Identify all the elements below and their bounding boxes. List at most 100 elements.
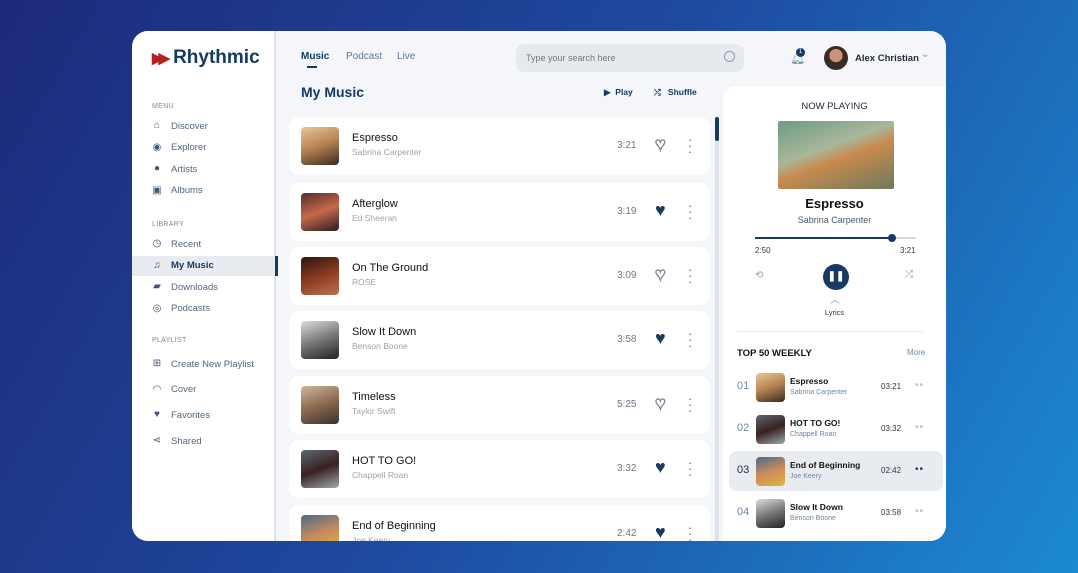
song-row[interactable]: Slow It Down Benson Boone 3:58 ♥ · · ·: [289, 311, 710, 369]
sidebar-item-shared[interactable]: ⋖ Shared: [132, 431, 276, 451]
sidebar-section-label: LIBRARY: [152, 221, 184, 228]
song-row[interactable]: End of Beginning Joe Keery 2:42 ♥ · · ·: [289, 505, 710, 541]
now-playing-heading: NOW PLAYING: [801, 101, 868, 112]
shuffle-button[interactable]: ⤮ Shuffle: [654, 87, 697, 98]
track-duration: 03:58: [881, 508, 902, 517]
sidebar-item-create-new-playlist[interactable]: ⊞ Create New Playlist: [132, 354, 276, 374]
more-horizontal-icon[interactable]: ••: [915, 464, 924, 475]
song-row[interactable]: Espresso Sabrina Carpenter 3:21 ♥ · · ·: [289, 117, 710, 175]
heart-icon[interactable]: ♥: [655, 201, 666, 219]
song-artist: Sabrina Carpenter: [352, 147, 422, 157]
top-header: Music Podcast Live 🔔︎ 1 Alex Christian ⌄: [276, 31, 946, 86]
sidebar-item-my-music[interactable]: ♫ My Music: [132, 255, 278, 276]
scrollbar-thumb[interactable]: [715, 117, 719, 141]
shuffle-icon: ⤮: [654, 87, 661, 97]
app-window: ▶▶ Rhythmic MENU ⌂ Discover ◉ Explorer ● Artist…: [132, 31, 946, 541]
song-row[interactable]: On The Ground ROSE 3:09 ♥ · · ·: [289, 247, 710, 305]
divider: [737, 331, 923, 332]
avatar[interactable]: [824, 46, 848, 70]
more-horizontal-icon[interactable]: ••: [915, 506, 924, 517]
song-thumbnail: [301, 450, 339, 488]
more-vertical-icon[interactable]: · · ·: [687, 521, 693, 541]
play-button[interactable]: ▶ Play: [604, 87, 633, 98]
heart-icon[interactable]: ♥: [654, 134, 666, 153]
heart-icon[interactable]: ♥: [655, 458, 666, 476]
progress-handle[interactable]: [887, 234, 896, 242]
sidebar-item-label: My Music: [171, 260, 214, 271]
sidebar-item-label: Cover: [171, 384, 197, 396]
share-icon: ⋖: [152, 435, 162, 447]
song-thumbnail: [301, 127, 339, 165]
sidebar-item-artists[interactable]: ● Artists: [132, 159, 276, 179]
heart-icon[interactable]: ♥: [654, 264, 666, 283]
tab-music[interactable]: Music: [301, 51, 329, 68]
app-name: Rhythmic: [173, 47, 260, 68]
more-vertical-icon[interactable]: · · ·: [687, 133, 693, 158]
heart-icon[interactable]: ♥: [654, 393, 666, 412]
user-name[interactable]: Alex Christian: [855, 53, 919, 64]
shuffle-icon[interactable]: ⤮: [905, 269, 913, 280]
tab-podcast[interactable]: Podcast: [346, 51, 382, 62]
lyrics-button[interactable]: Lyrics: [723, 308, 946, 317]
track-duration: 03:21: [881, 382, 902, 391]
more-vertical-icon[interactable]: · · ·: [687, 263, 693, 288]
more-horizontal-icon[interactable]: ••: [915, 422, 924, 433]
song-row[interactable]: Afterglow Ed Sheeran 3:19 ♥ · · ·: [289, 183, 710, 241]
repeat-icon[interactable]: ⟲: [755, 270, 763, 281]
tab-live[interactable]: Live: [397, 51, 415, 62]
sidebar-item-favorites[interactable]: ♥ Favorites: [132, 405, 276, 425]
more-link[interactable]: More: [907, 348, 925, 357]
sidebar-item-albums[interactable]: ▣ Albums: [132, 181, 276, 201]
song-row[interactable]: Timeless Taylor Swift 5:25 ♥ · · ·: [289, 376, 710, 434]
sidebar-item-explorer[interactable]: ◉ Explorer: [132, 138, 276, 158]
sidebar-item-cover[interactable]: ◠ Cover: [132, 380, 276, 400]
heart-icon[interactable]: ♥: [655, 329, 666, 347]
pause-icon: ❚❚: [827, 271, 845, 282]
top50-row[interactable]: 02 HOT TO GO! Chappell Roan 03:32 ••: [729, 409, 943, 449]
more-vertical-icon[interactable]: · · ·: [687, 456, 693, 481]
sidebar-item-recent[interactable]: ◷ Recent: [132, 234, 276, 254]
sidebar-item-podcasts[interactable]: ◎ Podcasts: [132, 299, 276, 319]
sidebar-item-discover[interactable]: ⌂ Discover: [132, 116, 276, 136]
chevron-down-icon[interactable]: ⌄: [921, 49, 929, 60]
sidebar-item-downloads[interactable]: ▰ Downloads: [132, 277, 276, 297]
more-vertical-icon[interactable]: · · ·: [687, 327, 693, 352]
headphones-icon: ◠: [152, 383, 162, 395]
play-label: Play: [615, 87, 633, 97]
top50-row[interactable]: 01 Espresso Sabrina Carpenter 03:21 ••: [729, 367, 943, 407]
logo[interactable]: ▶▶ Rhythmic: [152, 47, 260, 69]
song-duration: 3:32: [617, 463, 637, 474]
song-row[interactable]: HOT TO GO! Chappell Roan 3:32 ♥ · · ·: [289, 440, 710, 498]
top50-row[interactable]: 03 End of Beginning Joe Keery 02:42 ••: [729, 451, 943, 491]
song-duration: 5:25: [617, 399, 637, 410]
podcast-icon: ◎: [152, 302, 162, 314]
song-thumbnail: [301, 386, 339, 424]
heart-icon[interactable]: ♥: [655, 523, 666, 541]
track-thumbnail: [756, 499, 785, 528]
now-playing-title: Espresso: [805, 196, 864, 211]
elapsed-time: 2:50: [755, 246, 771, 255]
more-vertical-icon[interactable]: · · ·: [687, 199, 693, 224]
sidebar-section-label: PLAYLIST: [152, 337, 187, 344]
more-vertical-icon[interactable]: · · ·: [687, 392, 693, 417]
sidebar-item-label: Favorites: [171, 409, 211, 421]
song-thumbnail: [301, 193, 339, 231]
search-input[interactable]: [516, 44, 744, 72]
progress-slider[interactable]: [755, 234, 916, 242]
top50-row[interactable]: 04 Slow It Down Benson Boone 03:58 ••: [729, 493, 943, 533]
track-duration: 03:32: [881, 424, 902, 433]
shuffle-label: Shuffle: [667, 87, 697, 97]
track-title: Slow It Down: [790, 502, 843, 512]
pause-button[interactable]: ❚❚: [823, 264, 849, 290]
sidebar-item-label: Create New Playlist: [171, 358, 254, 370]
song-title: End of Beginning: [352, 520, 436, 532]
more-horizontal-icon[interactable]: ••: [915, 380, 924, 391]
search-icon[interactable]: [724, 51, 735, 62]
now-playing-panel: NOW PLAYING Espresso Sabrina Carpenter 2…: [723, 86, 946, 541]
scrollbar[interactable]: [715, 117, 719, 541]
song-title: HOT TO GO!: [352, 455, 417, 467]
chevron-up-icon[interactable]: ︿: [830, 291, 840, 306]
song-title: Espresso: [352, 132, 398, 144]
clock-icon: ◷: [152, 238, 162, 249]
now-playing-artist: Sabrina Carpenter: [797, 215, 872, 225]
